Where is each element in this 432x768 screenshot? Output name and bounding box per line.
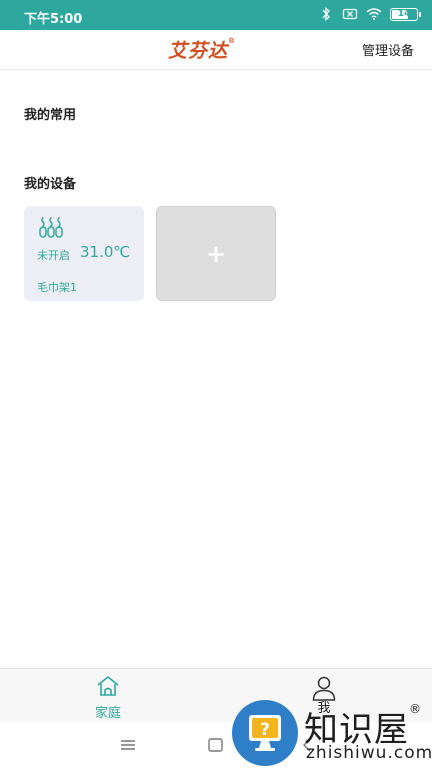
battery-level: 14: [397, 9, 411, 19]
device-status: 未开启: [37, 249, 70, 262]
common-section-title: 我的常用: [24, 108, 77, 123]
svg-text:?: ?: [260, 720, 270, 740]
brand-name: 艾芬达: [168, 40, 229, 62]
brand-logo: 艾芬达®: [168, 36, 236, 63]
tab-home[interactable]: 家庭: [68, 675, 148, 721]
add-device-button[interactable]: +: [156, 206, 276, 301]
no-sim-icon: [342, 8, 358, 20]
watermark-registered-mark: ®: [409, 702, 422, 716]
tab-home-label: 家庭: [94, 706, 121, 721]
device-temperature: 31.0℃: [80, 243, 131, 261]
status-bar: 下午5:00 14: [0, 0, 432, 30]
monitor-question-icon: ?: [249, 715, 281, 751]
app-header: 艾芬达® 管理设备: [0, 30, 432, 70]
status-icons: 14: [318, 7, 421, 21]
status-time: 下午5:00: [24, 12, 83, 27]
manage-devices-button[interactable]: 管理设备: [362, 40, 414, 59]
watermark-badge: ?: [232, 700, 298, 766]
battery-icon: 14: [390, 7, 421, 21]
towel-rack-icon: [39, 217, 63, 238]
device-card[interactable]: 未开启 31.0℃ 毛巾架1: [24, 206, 144, 301]
devices-section-title: 我的设备: [24, 177, 77, 192]
brand-registered-mark: ®: [228, 36, 237, 45]
watermark-url: zhishiwu.com: [306, 743, 432, 763]
home-square-icon[interactable]: [206, 736, 226, 754]
bluetooth-icon: [322, 7, 330, 21]
plus-icon: +: [205, 240, 227, 268]
home-icon: [97, 676, 119, 696]
menu-icon[interactable]: [118, 736, 138, 754]
device-name: 毛巾架1: [37, 281, 77, 294]
wifi-icon: [366, 8, 382, 20]
